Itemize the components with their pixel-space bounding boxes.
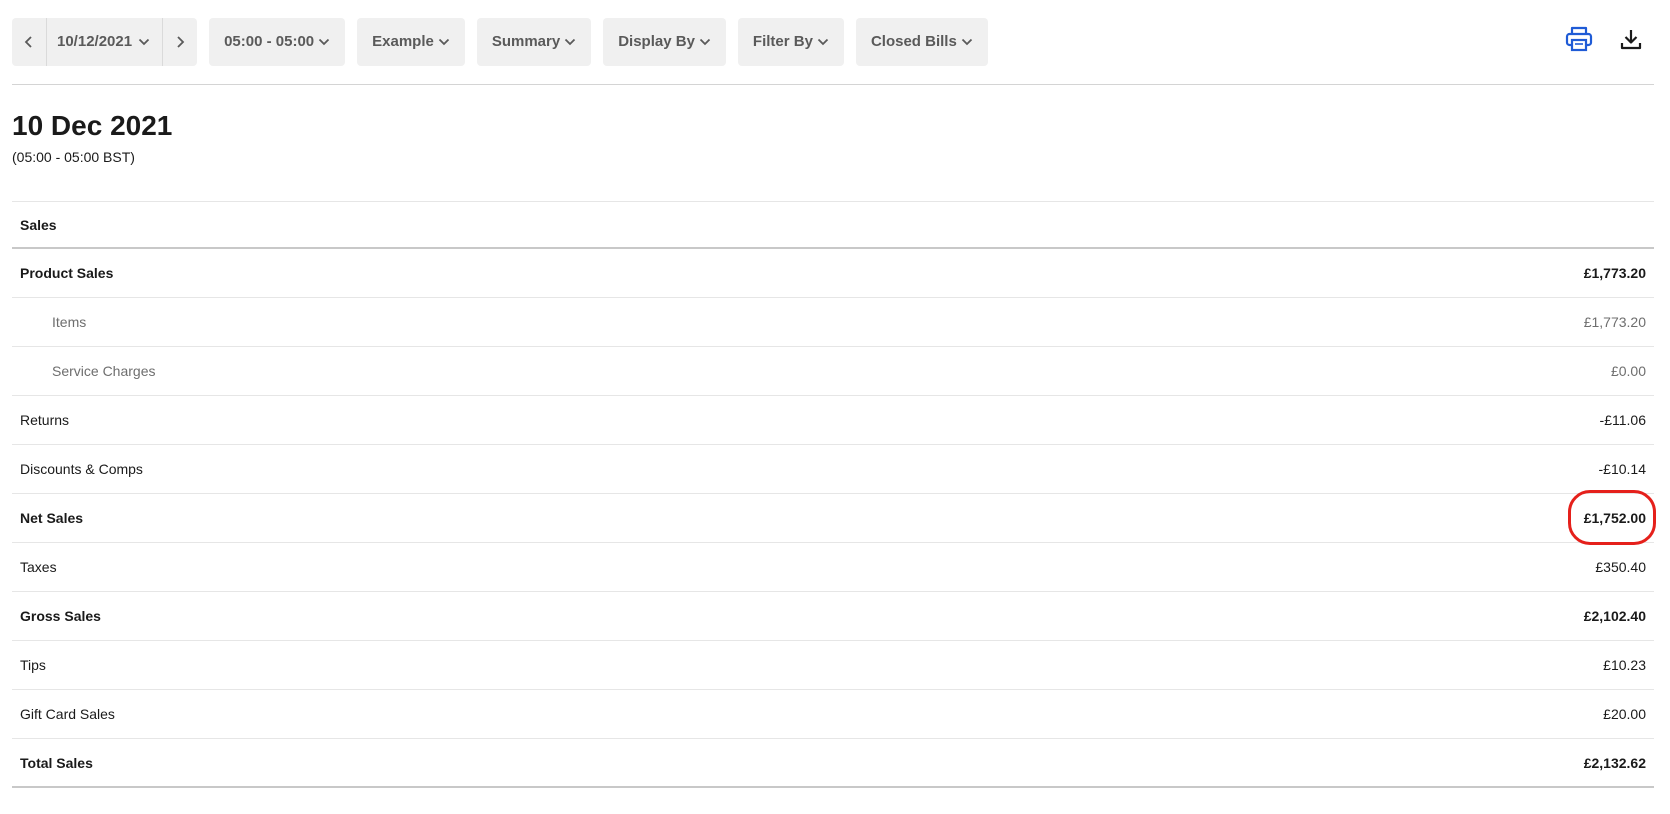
row-label: Gross Sales xyxy=(20,608,101,624)
page-subtitle: (05:00 - 05:00 BST) xyxy=(12,149,135,165)
toolbar-actions xyxy=(1564,24,1646,54)
chevron-down-icon xyxy=(438,38,449,45)
filter-by-label: Filter By xyxy=(752,33,813,50)
table-row: Returns -£11.06 xyxy=(12,396,1654,445)
chevron-left-icon xyxy=(24,35,32,48)
sales-report-page: 10/12/2021 05:00 - 05:00 Example Summary… xyxy=(0,0,1670,814)
page-title: 10 Dec 2021 xyxy=(12,110,173,141)
row-label: Returns xyxy=(20,412,70,428)
display-by-dropdown[interactable]: Display By xyxy=(603,17,726,66)
table-row: Total Sales £2,132.62 xyxy=(12,739,1654,788)
closed-bills-label: Closed Bills xyxy=(870,33,957,50)
report-toolbar: 10/12/2021 05:00 - 05:00 Example Summary… xyxy=(12,0,1654,85)
row-label: Net Sales xyxy=(20,510,84,526)
example-label: Example xyxy=(372,33,434,50)
chevron-down-icon xyxy=(961,38,972,45)
table-row: Service Charges £0.00 xyxy=(12,347,1654,396)
chevron-right-icon xyxy=(177,35,185,48)
date-picker-label: 10/12/2021 xyxy=(57,33,133,50)
row-label: Discounts & Comps xyxy=(20,461,143,477)
row-label: Service Charges xyxy=(52,363,156,379)
row-label: Tips xyxy=(20,657,46,673)
row-label: Taxes xyxy=(20,559,57,575)
sales-summary-table: Sales Product Sales £1,773.20 Items £1,7… xyxy=(12,201,1656,788)
row-label: Gift Card Sales xyxy=(20,706,115,722)
example-dropdown[interactable]: Example xyxy=(357,17,465,66)
chevron-down-icon xyxy=(319,38,330,45)
chevron-down-icon xyxy=(699,38,711,45)
chevron-down-icon xyxy=(817,38,829,45)
summary-label: Summary xyxy=(491,33,561,50)
row-label: Product Sales xyxy=(20,265,114,281)
chevron-down-icon xyxy=(565,38,576,45)
row-label: Items xyxy=(52,314,87,330)
row-value: -£11.06 xyxy=(1599,412,1646,428)
row-value: £20.00 xyxy=(1603,706,1646,722)
row-value: £0.00 xyxy=(1610,363,1646,379)
next-day-button[interactable] xyxy=(162,17,197,66)
date-navigator: 10/12/2021 xyxy=(12,17,198,66)
section-header-sales: Sales xyxy=(12,201,1654,249)
toolbar-controls: 10/12/2021 05:00 - 05:00 Example Summary… xyxy=(12,17,988,66)
report-heading: 10 Dec 2021 (05:00 - 05:00 BST) xyxy=(12,85,1658,165)
table-row: Net Sales £1,752.00 xyxy=(12,490,1656,545)
table-row: Product Sales £1,773.20 xyxy=(12,249,1654,298)
print-button[interactable] xyxy=(1564,24,1594,54)
table-row: Items £1,773.20 xyxy=(12,298,1654,347)
table-row: Gift Card Sales £20.00 xyxy=(12,690,1654,739)
time-range-dropdown[interactable]: 05:00 - 05:00 xyxy=(209,17,346,66)
time-range-label: 05:00 - 05:00 xyxy=(224,33,315,50)
row-value: £10.23 xyxy=(1603,657,1646,673)
download-icon xyxy=(1620,30,1642,50)
row-value: £1,752.00 xyxy=(1583,510,1646,526)
row-value: £2,102.40 xyxy=(1583,608,1646,624)
row-value: £1,773.20 xyxy=(1583,314,1646,330)
row-value: -£10.14 xyxy=(1598,461,1646,477)
table-row: Discounts & Comps -£10.14 xyxy=(12,445,1654,494)
display-by-label: Display By xyxy=(618,33,695,50)
table-row: Taxes £350.40 xyxy=(12,543,1654,592)
table-row: Tips £10.23 xyxy=(12,641,1654,690)
chevron-down-icon xyxy=(138,38,150,45)
summary-dropdown[interactable]: Summary xyxy=(476,17,592,66)
date-picker-button[interactable]: 10/12/2021 xyxy=(47,18,162,66)
previous-day-button[interactable] xyxy=(12,17,47,66)
row-value: £1,773.20 xyxy=(1583,265,1646,281)
printer-icon xyxy=(1565,26,1593,52)
row-label: Total Sales xyxy=(20,754,93,771)
download-button[interactable] xyxy=(1616,24,1646,54)
closed-bills-dropdown[interactable]: Closed Bills xyxy=(855,17,988,66)
net-sales-value: £1,752.00 xyxy=(1567,490,1656,545)
table-row: Gross Sales £2,102.40 xyxy=(12,592,1654,641)
row-value: £2,132.62 xyxy=(1583,754,1646,771)
row-value: £350.40 xyxy=(1595,559,1646,575)
filter-by-dropdown[interactable]: Filter By xyxy=(737,17,844,66)
